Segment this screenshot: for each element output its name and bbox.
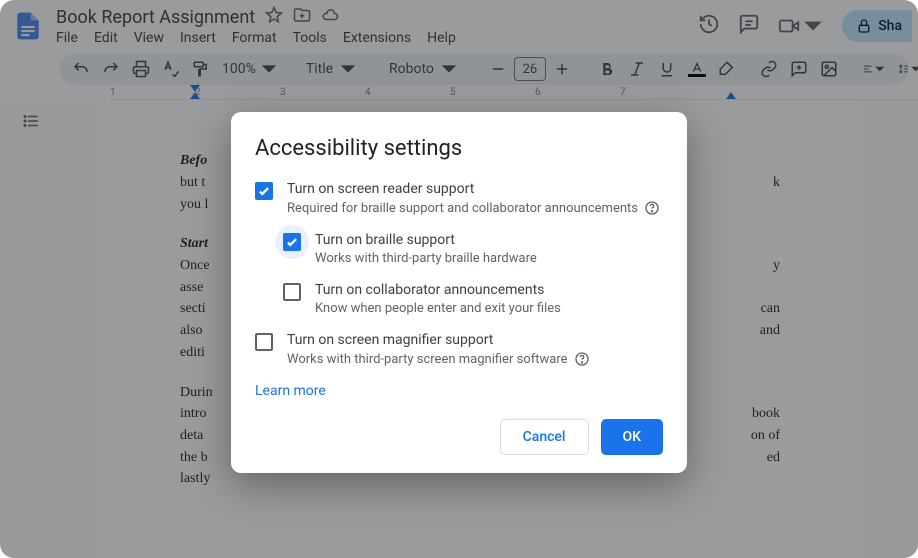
cancel-button[interactable]: Cancel — [500, 419, 589, 455]
option-screen-reader: Turn on screen reader support Required f… — [255, 181, 663, 216]
check-icon — [257, 184, 271, 198]
help-icon[interactable] — [644, 200, 660, 216]
option-label: Turn on braille support — [315, 232, 537, 248]
checkbox-screen-reader[interactable] — [255, 182, 273, 200]
option-label: Turn on collaborator announcements — [315, 282, 561, 298]
option-braille: Turn on braille support Works with third… — [283, 232, 663, 266]
checkbox-braille[interactable] — [283, 233, 301, 251]
checkbox-collaborator-announcements[interactable] — [283, 283, 301, 301]
dialog-title: Accessibility settings — [255, 136, 663, 161]
learn-more-link[interactable]: Learn more — [255, 383, 663, 399]
option-collaborator-announcements: Turn on collaborator announcements Know … — [283, 282, 663, 316]
option-sub: Know when people enter and exit your fil… — [315, 301, 561, 316]
option-screen-magnifier: Turn on screen magnifier support Works w… — [255, 332, 663, 367]
option-label: Turn on screen reader support — [287, 181, 660, 197]
help-icon[interactable] — [574, 351, 590, 367]
option-label: Turn on screen magnifier support — [287, 332, 590, 348]
accessibility-settings-dialog: Accessibility settings Turn on screen re… — [231, 112, 687, 473]
option-sub: Required for braille support and collabo… — [287, 201, 638, 216]
checkbox-screen-magnifier[interactable] — [255, 333, 273, 351]
check-icon — [285, 235, 299, 249]
option-sub: Works with third-party braille hardware — [315, 251, 537, 266]
option-sub: Works with third-party screen magnifier … — [287, 352, 568, 367]
ok-button[interactable]: OK — [601, 419, 664, 455]
